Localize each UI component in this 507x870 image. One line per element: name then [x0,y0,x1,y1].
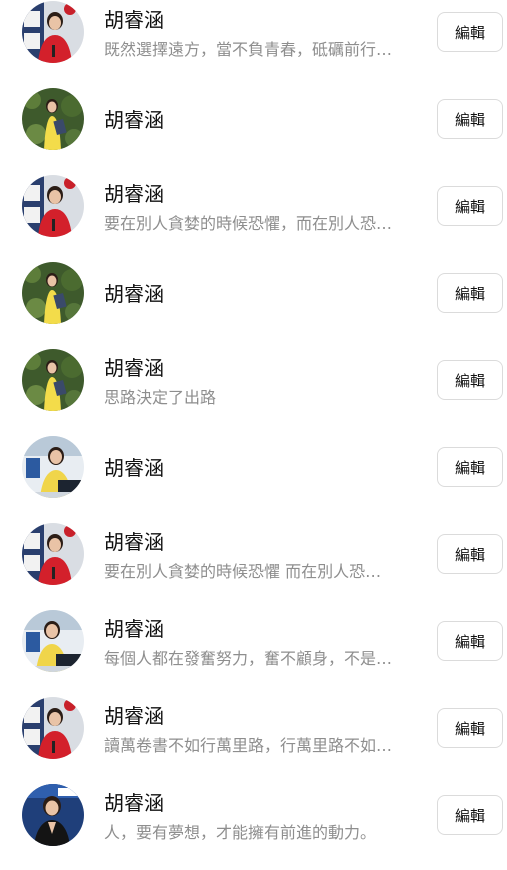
red-studio-avatar-image [22,523,84,585]
avatar[interactable] [22,262,84,324]
avatar[interactable] [22,436,84,498]
avatar[interactable] [22,697,84,759]
edit-button[interactable]: 編輯 [437,447,503,487]
list-item[interactable]: 胡睿涵 人，要有夢想，才能擁有前進的動力。 編輯 [0,783,507,870]
avatar[interactable] [22,610,84,672]
avatar[interactable] [22,1,84,63]
avatar[interactable] [22,523,84,585]
edit-button[interactable]: 編輯 [437,621,503,661]
avatar[interactable] [22,784,84,846]
edit-button[interactable]: 編輯 [437,273,503,313]
profile-name: 胡睿涵 [104,617,164,641]
red-studio-avatar-image [22,175,84,237]
profile-name: 胡睿涵 [104,530,164,554]
list-item[interactable]: 胡睿涵 讀萬卷書不如行萬里路，行萬里路不如… 編輯 [0,696,507,783]
avatar[interactable] [22,88,84,150]
profile-bio: 要在別人貪婪的時候恐懼，而在別人恐… [104,214,393,233]
list-item[interactable]: 胡睿涵 編輯 [0,435,507,522]
profile-bio: 要在別人貪婪的時候恐懼 而在別人恐… [104,562,382,581]
edit-button[interactable]: 編輯 [437,534,503,574]
edit-button[interactable]: 編輯 [437,186,503,226]
profile-bio: 思路決定了出路 [104,388,217,407]
list-item[interactable]: 胡睿涵 思路決定了出路 編輯 [0,348,507,435]
profile-name: 胡睿涵 [104,282,164,306]
red-studio-avatar-image [22,697,84,759]
yellow-desk-avatar-image [22,436,84,498]
edit-button[interactable]: 編輯 [437,99,503,139]
list-item[interactable]: 胡睿涵 要在別人貪婪的時候恐懼 而在別人恐… 編輯 [0,522,507,609]
profile-name: 胡睿涵 [104,456,164,480]
edit-button[interactable]: 編輯 [437,795,503,835]
edit-button[interactable]: 編輯 [437,12,503,52]
profile-bio: 每個人都在發奮努力，奮不顧身，不是… [104,649,393,668]
profile-name: 胡睿涵 [104,704,164,728]
yellow-garden-avatar-image [22,349,84,411]
list-item[interactable]: 胡睿涵 每個人都在發奮努力，奮不顧身，不是… 編輯 [0,609,507,696]
profile-name: 胡睿涵 [104,8,164,32]
yellow-desk-avatar-image [22,610,84,672]
profile-name: 胡睿涵 [104,791,164,815]
list-item[interactable]: 胡睿涵 編輯 [0,261,507,348]
yellow-garden-avatar-image [22,262,84,324]
avatar[interactable] [22,175,84,237]
black-news-avatar-image [22,784,84,846]
avatar[interactable] [22,349,84,411]
profile-name: 胡睿涵 [104,356,164,380]
list-item[interactable]: 胡睿涵 既然選擇遠方，當不負青春，砥礪前行… 編輯 [0,0,507,87]
list-item[interactable]: 胡睿涵 要在別人貪婪的時候恐懼，而在別人恐… 編輯 [0,174,507,261]
profile-name: 胡睿涵 [104,108,164,132]
red-studio-avatar-image [22,1,84,63]
edit-button[interactable]: 編輯 [437,360,503,400]
profile-list: 胡睿涵 既然選擇遠方，當不負青春，砥礪前行… 編輯 胡睿涵 編輯 胡睿涵 要在別… [0,0,507,850]
list-item[interactable]: 胡睿涵 編輯 [0,87,507,174]
yellow-garden-avatar-image [22,88,84,150]
profile-name: 胡睿涵 [104,182,164,206]
edit-button[interactable]: 編輯 [437,708,503,748]
profile-bio: 既然選擇遠方，當不負青春，砥礪前行… [104,40,393,59]
profile-bio: 讀萬卷書不如行萬里路，行萬里路不如… [104,736,393,755]
profile-bio: 人，要有夢想，才能擁有前進的動力。 [104,823,377,842]
